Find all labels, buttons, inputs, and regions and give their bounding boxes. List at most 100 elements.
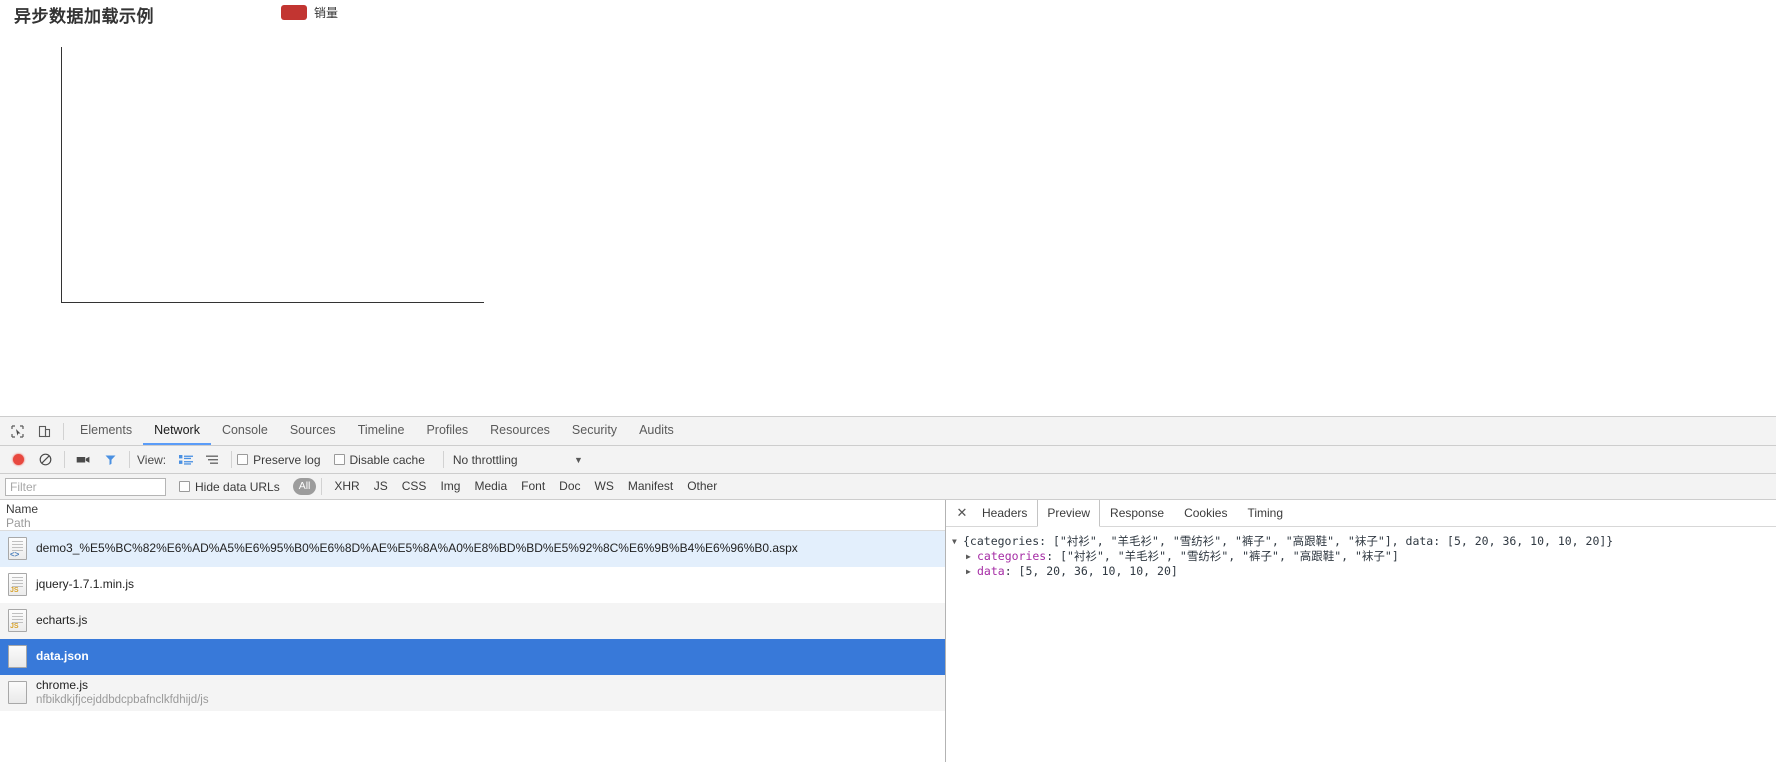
disable-cache-label: Disable cache xyxy=(349,452,425,467)
legend-item-label: 销量 xyxy=(314,6,339,20)
request-list-header[interactable]: Name Path xyxy=(0,500,945,531)
request-name: data.json xyxy=(36,649,89,663)
disable-cache-checkbox[interactable]: Disable cache xyxy=(333,452,425,467)
disclosure-triangle-closed-icon[interactable] xyxy=(966,564,977,579)
tab-sources[interactable]: Sources xyxy=(279,417,347,445)
chart-series-canvas xyxy=(61,47,484,303)
json-root-row[interactable]: {categories: ["衬衫", "羊毛衫", "雪纺衫", "裤子", … xyxy=(952,534,1776,549)
devtools-tabstrip: Elements Network Console Sources Timelin… xyxy=(0,417,1776,446)
tab-console[interactable]: Console xyxy=(211,417,279,445)
request-name: chrome.js xyxy=(36,678,89,692)
request-name: jquery-1.7.1.min.js xyxy=(36,577,135,591)
legend-color-swatch xyxy=(281,5,307,20)
json-key-categories: categories xyxy=(977,549,1047,563)
detail-tabstrip: ✕ Headers Preview Response Cookies Timin… xyxy=(946,500,1776,527)
generic-file-icon xyxy=(8,645,27,668)
web-page-content: 异步数据加载示例 销量 xyxy=(0,0,1776,416)
request-name: echarts.js xyxy=(36,613,88,627)
toolbar-divider xyxy=(129,451,130,468)
request-rows: <> demo3_%E5%BC%82%E6%AD%A5%E6%95%B0%E6%… xyxy=(0,531,945,762)
filter-type-manifest[interactable]: Manifest xyxy=(621,478,680,495)
tab-network[interactable]: Network xyxy=(143,417,211,445)
disclosure-triangle-open-icon[interactable] xyxy=(952,534,963,549)
detail-tab-cookies[interactable]: Cookies xyxy=(1174,500,1237,526)
checkbox-box xyxy=(179,481,190,492)
chart-plot-area xyxy=(61,47,484,303)
detail-tab-headers[interactable]: Headers xyxy=(972,500,1037,526)
chart-legend[interactable]: 销量 xyxy=(281,4,338,21)
filter-type-img[interactable]: Img xyxy=(433,478,467,495)
request-path: nfbikdkjfjcejddbdcpbafnclkfdhijd/js xyxy=(36,694,209,706)
request-detail-pane: ✕ Headers Preview Response Cookies Timin… xyxy=(946,500,1776,762)
document-file-icon: <> xyxy=(8,537,27,560)
script-file-icon: JS xyxy=(8,573,27,596)
inspect-icon[interactable] xyxy=(4,419,31,444)
filter-type-doc[interactable]: Doc xyxy=(552,478,587,495)
filter-input[interactable] xyxy=(5,477,166,496)
request-list-pane: Name Path <> demo3_%E5%BC%82%E6%AD%A5%E6… xyxy=(0,500,946,762)
clear-icon[interactable] xyxy=(32,447,59,472)
filter-type-xhr[interactable]: XHR xyxy=(327,478,366,495)
column-header-path: Path xyxy=(6,515,31,530)
capture-screenshots-icon[interactable] xyxy=(70,447,97,472)
json-root-value: {categories: ["衬衫", "羊毛衫", "雪纺衫", "裤子", … xyxy=(963,534,1614,548)
table-row[interactable]: JS echarts.js xyxy=(0,603,945,639)
close-icon[interactable]: ✕ xyxy=(952,500,972,526)
request-name: demo3_%E5%BC%82%E6%AD%A5%E6%95%B0%E6%8D%… xyxy=(36,541,798,555)
network-body: Name Path <> demo3_%E5%BC%82%E6%AD%A5%E6… xyxy=(0,500,1776,762)
tab-timeline[interactable]: Timeline xyxy=(347,417,416,445)
detail-tab-preview[interactable]: Preview xyxy=(1037,500,1101,527)
json-categories-row[interactable]: categories : ["衬衫", "羊毛衫", "雪纺衫", "裤子", … xyxy=(952,549,1776,564)
filter-type-media[interactable]: Media xyxy=(467,478,514,495)
toolbar-divider xyxy=(63,422,64,440)
toolbar-divider xyxy=(321,478,323,495)
preserve-log-label: Preserve log xyxy=(253,452,321,467)
json-preview: {categories: ["衬衫", "羊毛衫", "雪纺衫", "裤子", … xyxy=(946,527,1776,762)
hide-data-urls-checkbox[interactable]: Hide data URLs xyxy=(179,480,280,494)
json-data-row[interactable]: data : [5, 20, 36, 10, 10, 20] xyxy=(952,564,1776,579)
tab-resources[interactable]: Resources xyxy=(479,417,561,445)
json-value-data: : [5, 20, 36, 10, 10, 20] xyxy=(1004,564,1178,578)
record-icon[interactable] xyxy=(5,447,32,472)
checkbox-box xyxy=(237,454,249,465)
device-toolbar-icon[interactable] xyxy=(31,419,58,444)
table-row[interactable]: <> demo3_%E5%BC%82%E6%AD%A5%E6%95%B0%E6%… xyxy=(0,531,945,567)
filter-type-css[interactable]: CSS xyxy=(395,478,434,495)
table-row[interactable]: chrome.js nfbikdkjfjcejddbdcpbafnclkfdhi… xyxy=(0,675,945,711)
hide-data-urls-label: Hide data URLs xyxy=(195,479,280,494)
filter-type-all[interactable]: All xyxy=(292,478,317,495)
tab-audits[interactable]: Audits xyxy=(628,417,685,445)
filter-icon[interactable] xyxy=(97,447,124,472)
filter-type-other[interactable]: Other xyxy=(680,478,724,495)
toolbar-divider xyxy=(231,451,233,468)
generic-file-icon xyxy=(8,681,27,704)
checkbox-box xyxy=(333,454,345,465)
throttling-select[interactable]: No throttling ▼ xyxy=(449,453,583,467)
disclosure-triangle-closed-icon[interactable] xyxy=(966,549,977,564)
filter-type-ws[interactable]: WS xyxy=(588,478,621,495)
devtools-panel: Elements Network Console Sources Timelin… xyxy=(0,416,1776,762)
throttling-value: No throttling xyxy=(452,452,518,467)
network-filterbar: Hide data URLs All XHR JS CSS Img Media … xyxy=(0,474,1776,500)
toolbar-divider xyxy=(442,451,444,468)
tab-security[interactable]: Security xyxy=(561,417,628,445)
filter-type-js[interactable]: JS xyxy=(367,478,395,495)
capture-overview-icon[interactable] xyxy=(199,447,226,472)
view-label: View: xyxy=(137,452,167,467)
table-row[interactable]: JS jquery-1.7.1.min.js xyxy=(0,567,945,603)
page-title: 异步数据加载示例 xyxy=(14,7,154,26)
detail-tab-response[interactable]: Response xyxy=(1100,500,1174,526)
script-file-icon: JS xyxy=(8,609,27,632)
column-header-name: Name xyxy=(6,501,39,516)
table-row[interactable]: data.json xyxy=(0,639,945,675)
filter-type-font[interactable]: Font xyxy=(514,478,552,495)
chevron-down-icon: ▼ xyxy=(573,454,583,465)
detail-tab-timing[interactable]: Timing xyxy=(1237,500,1293,526)
toolbar-divider xyxy=(64,451,65,468)
tab-elements[interactable]: Elements xyxy=(69,417,143,445)
large-request-rows-icon[interactable] xyxy=(172,447,199,472)
tab-profiles[interactable]: Profiles xyxy=(415,417,479,445)
json-value-categories: : ["衬衫", "羊毛衫", "雪纺衫", "裤子", "高跟鞋", "袜子"… xyxy=(1046,549,1399,563)
json-key-data: data xyxy=(977,564,1005,578)
preserve-log-checkbox[interactable]: Preserve log xyxy=(237,452,321,467)
